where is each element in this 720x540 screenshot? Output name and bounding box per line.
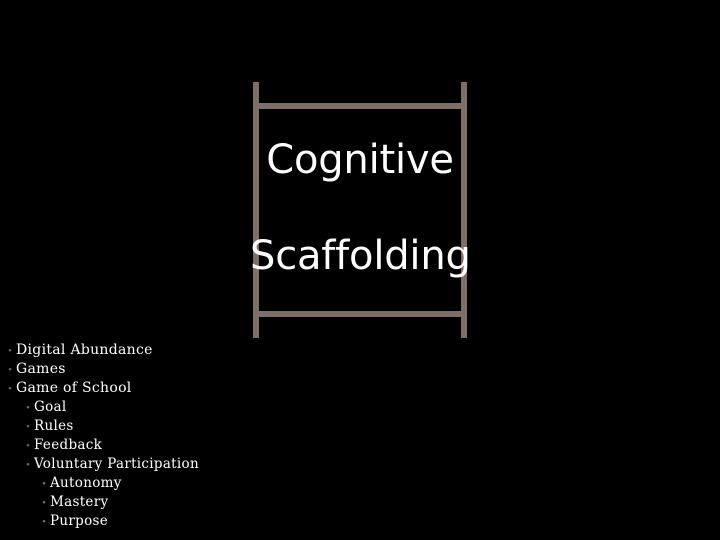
bullet-label: Games <box>16 361 66 377</box>
bullet-item: • Voluntary Participation <box>0 455 420 474</box>
bullet-marker-icon: • <box>26 421 30 433</box>
bullet-label: Game of School <box>16 380 132 396</box>
bullet-item: • Feedback <box>0 436 420 455</box>
bullet-item: • Digital Abundance <box>0 341 420 360</box>
title-line-cognitive: Cognitive <box>266 137 454 183</box>
bullet-marker-icon: • <box>42 516 46 528</box>
title-line-scaffolding: Scaffolding <box>250 233 471 279</box>
bullet-item: • Game of School <box>0 379 420 398</box>
slide-title: Cognitive Scaffolding <box>250 103 471 313</box>
bullet-item: • Mastery <box>0 493 420 512</box>
bullet-item: • Purpose <box>0 512 420 531</box>
bullet-label: Autonomy <box>50 475 122 491</box>
bullet-label: Voluntary Participation <box>34 456 199 472</box>
bullet-marker-icon: • <box>42 497 46 509</box>
bullet-item: • Autonomy <box>0 474 420 493</box>
bullet-item: • Goal <box>0 398 420 417</box>
bullet-marker-icon: • <box>8 383 12 395</box>
bullet-marker-icon: • <box>42 478 46 490</box>
bullet-label: Digital Abundance <box>16 342 153 358</box>
bullet-label: Goal <box>34 399 67 415</box>
bullet-item: • Games <box>0 360 420 379</box>
bullet-item: • Rules <box>0 417 420 436</box>
bullet-marker-icon: • <box>26 402 30 414</box>
bullet-label: Mastery <box>50 494 109 510</box>
bullet-label: Rules <box>34 418 74 434</box>
bullet-marker-icon: • <box>8 345 12 357</box>
slide-canvas: Cognitive Scaffolding • Digital Abundance… <box>0 0 720 540</box>
bullet-marker-icon: • <box>8 364 12 376</box>
bullet-marker-icon: • <box>26 459 30 471</box>
bullet-label: Purpose <box>50 513 109 529</box>
bullet-label: Feedback <box>34 437 103 453</box>
bullet-list: • Digital Abundance • Games • Game of School •… <box>0 341 420 531</box>
bullet-marker-icon: • <box>26 440 30 452</box>
